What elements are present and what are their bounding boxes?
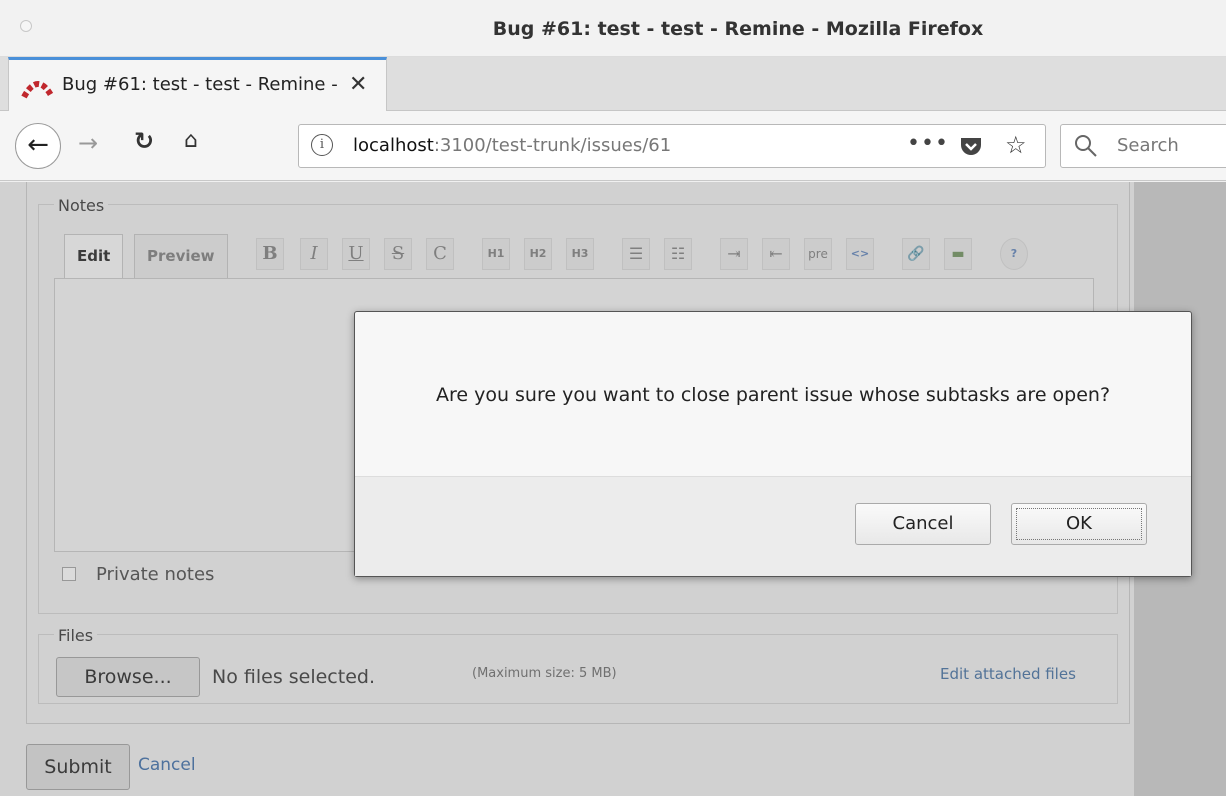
dialog-ok-button[interactable]: OK	[1011, 503, 1147, 545]
navigation-toolbar: ← → ↻ ⌂ i localhost:3100/test-trunk/issu…	[0, 111, 1226, 181]
redmine-logo-icon	[21, 77, 55, 103]
dialog-cancel-button[interactable]: Cancel	[855, 503, 991, 545]
tab-strip: Bug #61: test - test - Remine - Mozilla …	[0, 57, 1226, 112]
tab-label: Bug #61: test - test - Remine - Mozilla …	[62, 74, 344, 95]
window-title: Bug #61: test - test - Remine - Mozilla …	[492, 18, 984, 40]
search-icon	[1073, 133, 1099, 163]
pocket-icon[interactable]	[959, 135, 983, 161]
dialog-message: Are you sure you want to close parent is…	[435, 384, 1111, 406]
dialog-footer: Cancel OK	[355, 476, 1191, 576]
tab-close-icon[interactable]: ✕	[349, 72, 367, 97]
focus-ring	[1016, 508, 1142, 540]
search-bar[interactable]: Search	[1060, 124, 1226, 168]
page-actions-icon[interactable]: •••	[907, 131, 949, 156]
reload-icon[interactable]: ↻	[134, 127, 154, 155]
back-arrow-icon[interactable]: ←	[15, 123, 61, 169]
home-icon[interactable]: ⌂	[184, 128, 198, 153]
confirm-dialog: Are you sure you want to close parent is…	[354, 311, 1192, 577]
bookmark-star-icon[interactable]: ☆	[1005, 131, 1027, 159]
window-titlebar: Bug #61: test - test - Remine - Mozilla …	[0, 0, 1226, 57]
url-bar[interactable]: i localhost:3100/test-trunk/issues/61 ••…	[298, 124, 1046, 168]
url-text[interactable]: localhost:3100/test-trunk/issues/61	[353, 135, 671, 156]
forward-arrow-icon[interactable]: →	[78, 129, 98, 157]
browser-tab[interactable]: Bug #61: test - test - Remine - Mozilla …	[8, 57, 387, 112]
search-placeholder: Search	[1117, 135, 1179, 156]
site-info-icon[interactable]: i	[311, 134, 333, 156]
